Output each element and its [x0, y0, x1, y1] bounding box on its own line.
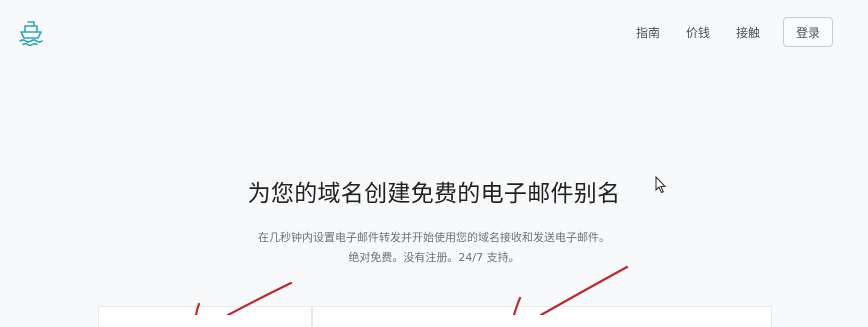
top-nav: 指南 价钱 接触 登录 [636, 0, 868, 64]
nav-link-pricing[interactable]: 价钱 [686, 24, 710, 41]
mouse-pointer-icon [655, 175, 667, 194]
email-input-card[interactable] [312, 306, 772, 327]
login-button[interactable]: 登录 [783, 17, 833, 47]
nav-link-guide[interactable]: 指南 [636, 24, 660, 41]
domain-input-card[interactable] [98, 306, 312, 327]
hero-subtitle-line1: 在几秒钟内设置电子邮件转发并开始使用您的域名接收和发送电子邮件。 [258, 231, 610, 244]
hero-subtitle: 在几秒钟内设置电子邮件转发并开始使用您的域名接收和发送电子邮件。 绝对免费。没有… [0, 228, 868, 268]
ship-logo-icon[interactable] [19, 20, 43, 47]
hero-title: 为您的域名创建免费的电子邮件别名 [247, 181, 621, 207]
hero-subtitle-line2: 绝对免费。没有注册。24/7 支持。 [348, 251, 520, 264]
nav-link-contact[interactable]: 接触 [736, 24, 760, 41]
